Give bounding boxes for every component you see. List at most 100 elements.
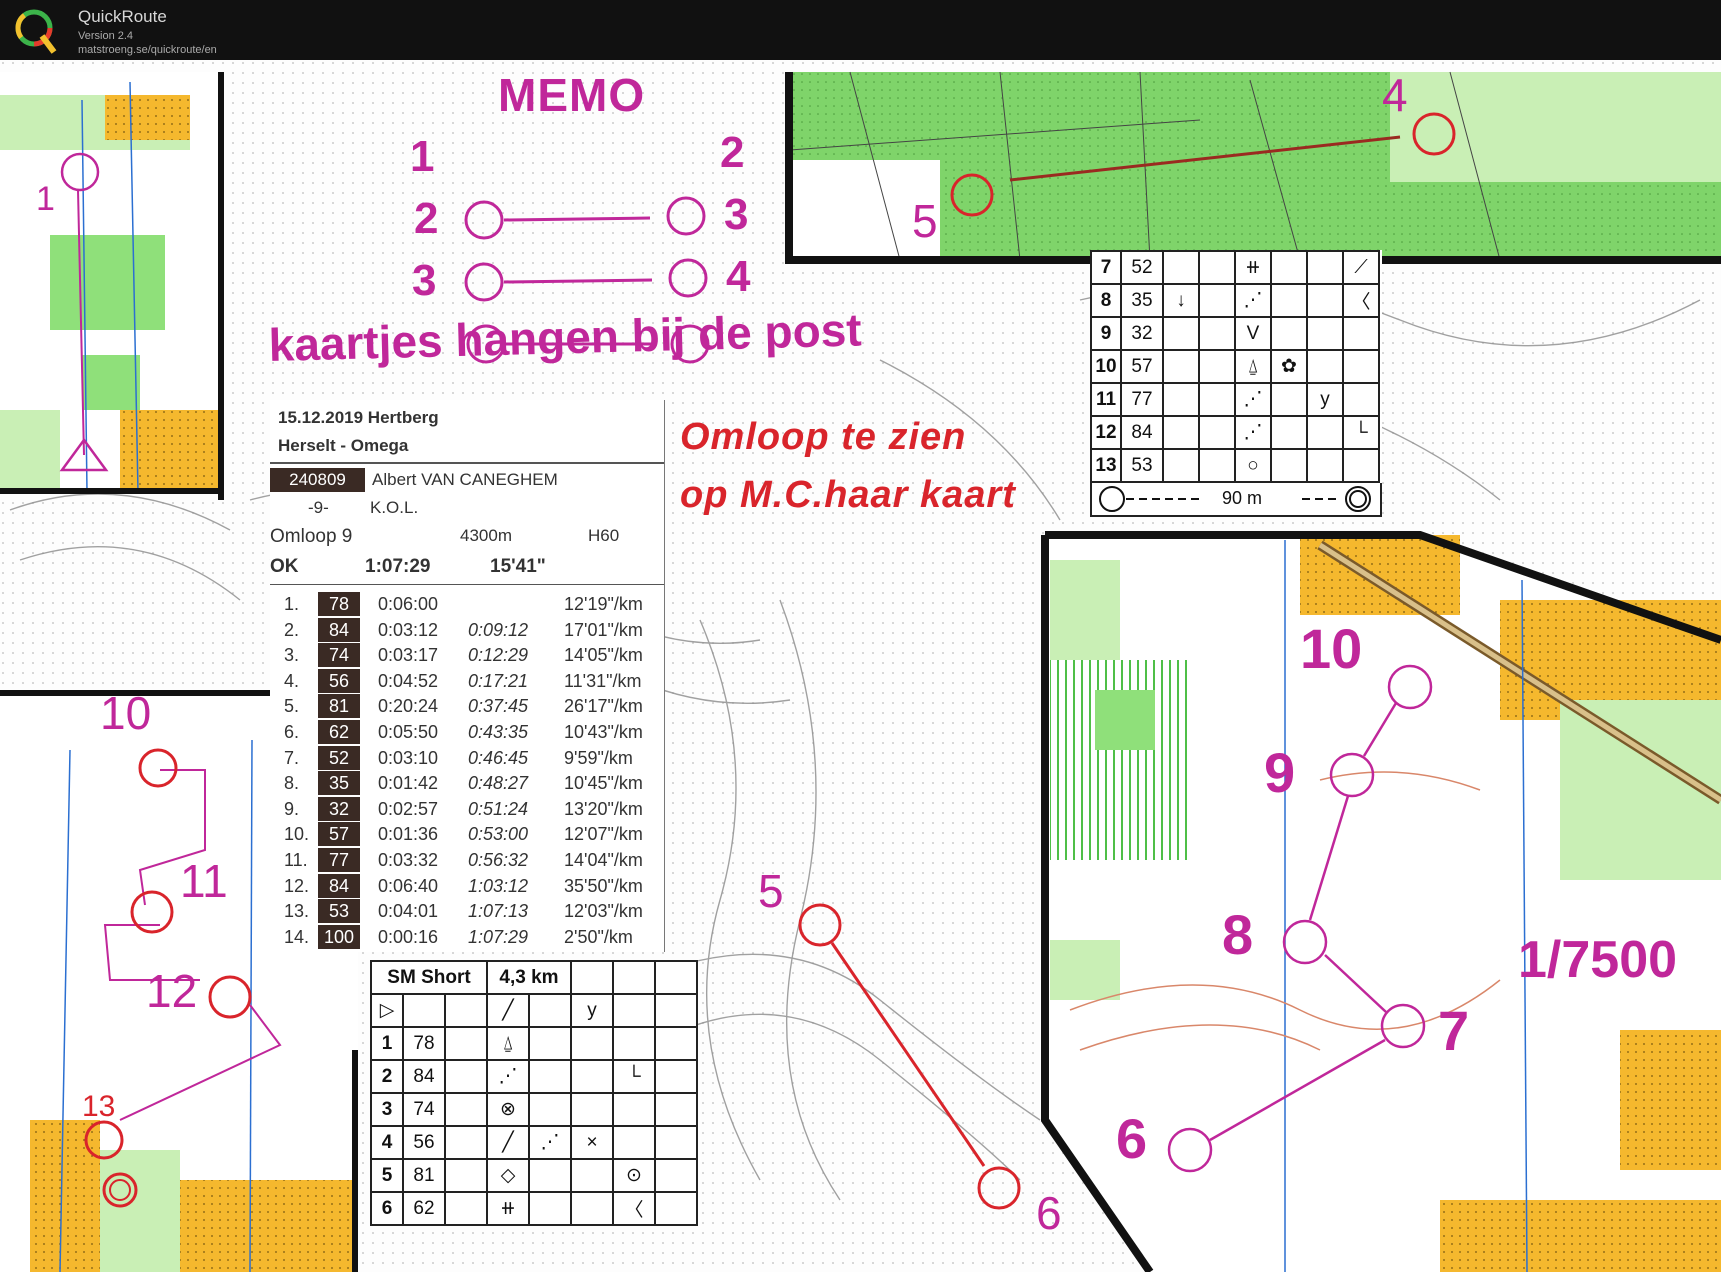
split-pace: 14'04"/km (564, 850, 643, 870)
split-index: 3. (284, 645, 300, 666)
split-leg-time: 0:06:40 (378, 875, 439, 896)
control-description-right: 7 52 ⧺ ⟋ 8 35 ↓ ⋰ 〈 9 32 V 10 57 ⍙ ✿ 11 77 ⋰ y 12 84 ⋰ └ 13 53 ○ 9… (1090, 250, 1382, 517)
cd-symbol-icon (444, 1125, 488, 1160)
split-index: 1. (284, 594, 300, 614)
memo-leg1-to: 2 (720, 128, 745, 177)
split-index: 6. (284, 722, 300, 742)
cd-symbol-icon (570, 1026, 614, 1061)
label-control-8: 8 (1222, 903, 1254, 966)
map-scale: 1/7500 (1518, 931, 1678, 989)
cd-row: 9 32 V (1090, 316, 1380, 351)
split-index: 5. (284, 696, 300, 717)
map-background (0, 60, 1721, 1272)
label-control-11: 11 (180, 855, 228, 907)
cd-symbol-icon (1162, 349, 1200, 384)
cd-row: 6 62 ⧺ 〈 (370, 1191, 698, 1226)
split-club: K.O.L. (370, 498, 419, 517)
split-pace: 10'43"/km (564, 722, 643, 742)
cd-symbol-icon (444, 1059, 488, 1094)
cd-symbol-icon (570, 1059, 614, 1094)
split-pace: 13'20"/km (564, 798, 643, 819)
title-bar: QuickRoute Version 2.4 matstroeng.se/qui… (0, 0, 1721, 60)
annotation-line2: op M.C.haar kaart (680, 474, 1016, 516)
cd-symbol-icon: 〈 (612, 1191, 656, 1226)
cd-row-number: 5 (370, 1158, 404, 1193)
split-cum-time: 0:46:45 (468, 747, 529, 768)
split-index: 9. (284, 798, 300, 819)
cd-symbol-icon (1162, 250, 1200, 285)
label-control-10-left: 10 (100, 687, 152, 739)
cd-symbol-icon (1198, 448, 1236, 483)
cd-row-code: 56 (402, 1125, 446, 1160)
cd-symbol-icon (612, 1092, 656, 1127)
split-row: 12. 84 0:06:40 1:03:12 35'50"/km (270, 873, 664, 899)
split-cum-time: 0:53:00 (468, 824, 529, 845)
split-row: 4. 56 0:04:52 0:17:21 11'31"/km (270, 668, 664, 694)
label-control-13: 13 (82, 1090, 116, 1123)
cd-row-number: 4 (370, 1125, 404, 1160)
cd-symbol-icon (1306, 448, 1344, 483)
cd-symbol-icon: └ (612, 1059, 656, 1094)
cd-row: 1 78 ⍙ (370, 1026, 698, 1061)
cd-row-number: 3 (370, 1092, 404, 1127)
split-leg-time: 0:01:36 (378, 824, 439, 845)
label-control-9: 9 (1264, 741, 1296, 804)
cd-symbol-icon (1270, 316, 1308, 351)
finish-row: 90 m (1090, 483, 1382, 517)
split-pace: 35'50"/km (564, 875, 643, 896)
split-cum-time: 0:43:35 (468, 722, 529, 742)
cd-symbol-icon (1198, 349, 1236, 384)
memo-title: MEMO (498, 69, 646, 121)
cd-row: 7 52 ⧺ ⟋ (1090, 250, 1380, 285)
cd-symbol-icon: ⧺ (486, 1191, 530, 1226)
start-triangle-icon: ▷ (370, 993, 404, 1028)
cd-symbol-icon (1270, 382, 1308, 417)
cd-symbol-icon: ✿ (1270, 349, 1308, 384)
split-pace: 12'19"/km (564, 594, 643, 614)
cd-symbol-icon (1162, 415, 1200, 450)
cd-row: 12 84 ⋰ └ (1090, 415, 1380, 450)
split-cum-time: 0:17:21 (468, 670, 529, 691)
split-row: 11. 77 0:03:32 0:56:32 14'04"/km (270, 848, 664, 873)
label-control-1: 1 (36, 180, 55, 218)
cd-symbol-icon (654, 1026, 698, 1061)
cd-row-code: 78 (402, 1026, 446, 1061)
cd-symbol-icon (528, 1191, 572, 1226)
app-url[interactable]: matstroeng.se/quickroute/en (78, 44, 217, 56)
split-cum-time: 0:12:29 (468, 645, 529, 666)
cd-row: 10 57 ⍙ ✿ (1090, 349, 1380, 384)
split-cum-time: 1:07:13 (468, 901, 529, 922)
label-control-4: 4 (1382, 69, 1408, 121)
label-control-5-mid: 5 (758, 865, 784, 917)
cd-row-code: 53 (1120, 448, 1164, 483)
cd-symbol-icon: y (1306, 382, 1344, 417)
split-cum-time: 0:56:32 (468, 850, 529, 870)
label-control-6-right: 6 (1116, 1107, 1148, 1170)
split-index: 8. (284, 773, 300, 794)
split-pace: 12'07"/km (564, 824, 643, 845)
cd-row: 5 81 ◇ ⊙ (370, 1158, 698, 1193)
cd-row-number: 13 (1090, 448, 1122, 483)
map-canvas[interactable]: MEMO 1 2 2 3 3 4 kaartjes hangen bij de … (0, 60, 1721, 1272)
split-control-code: 84 (318, 617, 360, 642)
split-leg-time: 0:03:32 (378, 850, 439, 870)
split-control-code: 81 (318, 694, 360, 719)
split-index: 4. (284, 670, 300, 691)
split-pace: 11'31"/km (564, 670, 642, 691)
split-length: 4300m (460, 526, 512, 545)
cd-symbol-icon: V (1234, 316, 1272, 351)
split-pace: 17'01"/km (564, 619, 643, 640)
split-pace: 14'05"/km (564, 645, 643, 666)
cd-symbol-icon (570, 1092, 614, 1127)
cd-symbol-icon (444, 1026, 488, 1061)
label-control-7: 7 (1438, 999, 1470, 1062)
cd-symbol-icon: ⋰ (1234, 283, 1272, 318)
split-row: 14. 100 0:00:16 1:07:29 2'50"/km (270, 924, 664, 950)
split-leg-time: 0:20:24 (378, 696, 439, 717)
cd-symbol-icon: ◇ (486, 1158, 530, 1193)
cd-symbol-icon: ⟋ (1342, 250, 1380, 285)
cd-row: 3 74 ⊗ (370, 1092, 698, 1127)
cd-row-code: 32 (1120, 316, 1164, 351)
cd-symbol-icon (1162, 316, 1200, 351)
cd-symbol-icon: ↓ (1162, 283, 1200, 318)
